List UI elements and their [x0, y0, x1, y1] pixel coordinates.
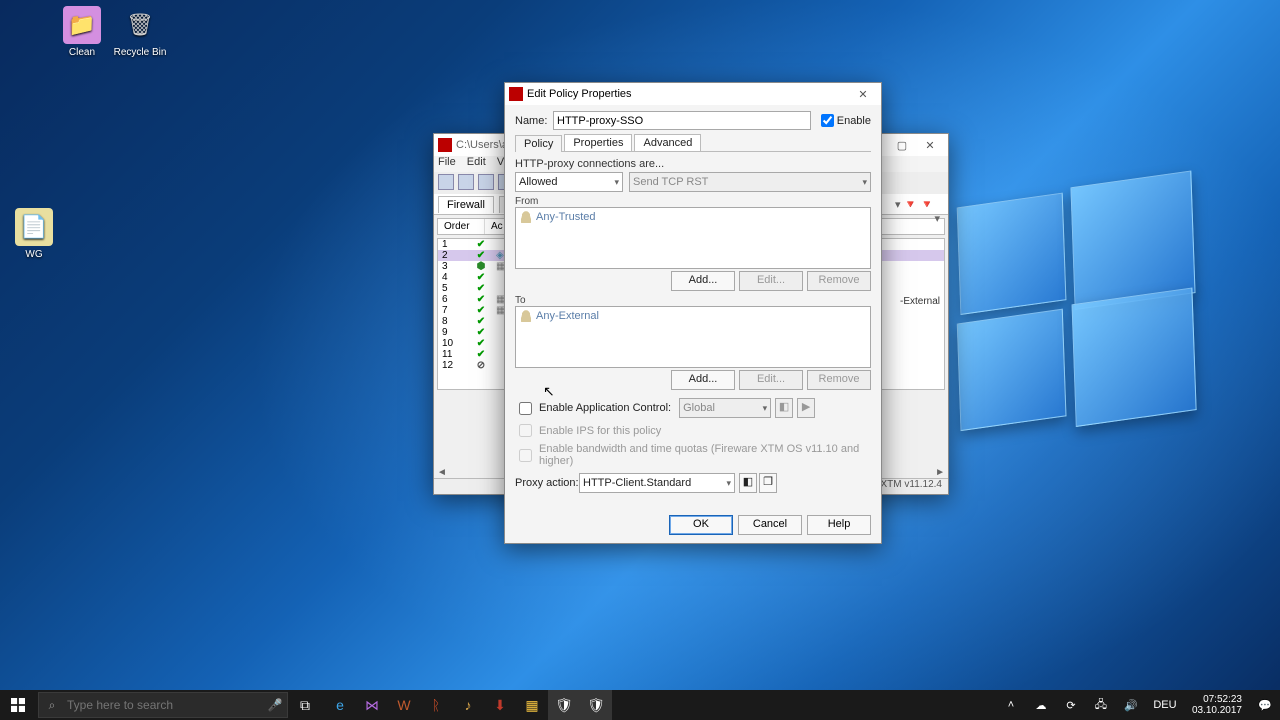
dialog-title: Edit Policy Properties	[527, 88, 632, 100]
taskbar-app-wg[interactable]: 🛡	[548, 690, 580, 720]
from-list[interactable]: Any-Trusted	[515, 207, 871, 269]
name-label: Name:	[515, 115, 553, 127]
app-control-checkbox[interactable]	[519, 402, 532, 415]
proxy-action-label: Proxy action:	[515, 477, 579, 489]
tab-policy[interactable]: Policy	[515, 135, 562, 152]
close-button[interactable]: ✕	[916, 139, 944, 152]
tab-firewall[interactable]: Firewall	[438, 196, 494, 213]
icon-label: WG	[2, 249, 66, 260]
toolbar-icon[interactable]	[458, 174, 474, 190]
app-control-combo: Global▾	[679, 398, 771, 418]
help-button[interactable]: Help	[807, 515, 871, 535]
mic-icon[interactable]: 🎤	[263, 698, 287, 712]
tray-icon[interactable]: ⟳	[1056, 690, 1086, 720]
filter-dropdown[interactable]: ▾	[934, 212, 940, 225]
dialog-tabs: Policy Properties Advanced	[515, 134, 871, 152]
scroll-left-icon[interactable]: ◄	[437, 467, 447, 478]
close-button[interactable]: ✕	[849, 88, 877, 101]
connections-label: HTTP-proxy connections are...	[515, 158, 871, 170]
tab-advanced[interactable]: Advanced	[634, 134, 701, 151]
from-remove-button: Remove	[807, 271, 871, 291]
bandwidth-label: Enable bandwidth and time quotas (Firewa…	[539, 443, 871, 467]
proxy-view-icon[interactable]: ◧	[739, 473, 757, 493]
tray-language[interactable]: DEU	[1146, 690, 1184, 720]
toolbar-icon[interactable]	[438, 174, 454, 190]
app-control-label: Enable Application Control:	[539, 402, 671, 414]
tray-chevron-icon[interactable]: ˄	[996, 690, 1026, 720]
tray-network-icon[interactable]: 🖧	[1086, 690, 1116, 720]
desktop[interactable]: 📁 Clean 🗑 Recycle Bin 📄 WG C:\Users\abin…	[0, 0, 1280, 720]
policy-name-input[interactable]	[553, 111, 811, 130]
taskbar-app-edge[interactable]: e	[324, 690, 356, 720]
right-column-fragment: -External	[900, 296, 940, 307]
alias-icon	[520, 310, 532, 322]
edit-policy-dialog[interactable]: Edit Policy Properties ✕ Name: Enable Po…	[504, 82, 882, 544]
icon-label: Clean	[50, 47, 114, 58]
proxy-clone-icon[interactable]: ❐	[759, 473, 777, 493]
alias-icon	[520, 211, 532, 223]
taskbar-app[interactable]: ♪	[452, 690, 484, 720]
taskbar[interactable]: ⌕ 🎤 ⧉ e ⋈ W ᚱ ♪ ⬇ ▦ 🛡 🛡 ˄ ☁ ⟳ 🖧 🔊 DEU 07…	[0, 690, 1280, 720]
search-input[interactable]	[65, 697, 263, 713]
to-edit-button: Edit...	[739, 370, 803, 390]
system-tray[interactable]: ˄ ☁ ⟳ 🖧 🔊 DEU 07:52:23 03.10.2017 💬	[996, 690, 1280, 720]
icon-label: Recycle Bin	[108, 47, 172, 58]
taskbar-app[interactable]: ᚱ	[420, 690, 452, 720]
search-icon: ⌕	[39, 698, 65, 713]
to-list[interactable]: Any-External	[515, 306, 871, 368]
tab-properties[interactable]: Properties	[564, 134, 632, 151]
taskbar-app-vs[interactable]: ⋈	[356, 690, 388, 720]
app-icon	[509, 87, 523, 101]
connections-combo[interactable]: Allowed▾	[515, 172, 623, 192]
ok-button[interactable]: OK	[669, 515, 733, 535]
to-label: To	[515, 295, 871, 306]
taskbar-app[interactable]: ⬇	[484, 690, 516, 720]
toolbar-icon[interactable]	[478, 174, 494, 190]
filter-icon[interactable]: ▾ 🔻 🔻	[887, 196, 942, 213]
cancel-button[interactable]: Cancel	[738, 515, 802, 535]
from-label: From	[515, 196, 871, 207]
proxy-action-combo[interactable]: HTTP-Client.Standard▾	[579, 473, 735, 493]
taskbar-app-word[interactable]: W	[388, 690, 420, 720]
taskbar-app[interactable]: ▦	[516, 690, 548, 720]
dialog-titlebar[interactable]: Edit Policy Properties ✕	[505, 83, 881, 105]
deny-action-combo: Send TCP RST▾	[629, 172, 871, 192]
enable-checkbox[interactable]	[821, 114, 834, 127]
scroll-right-icon[interactable]: ►	[935, 467, 945, 478]
desktop-icon-recycle-bin[interactable]: 🗑 Recycle Bin	[108, 6, 172, 58]
tray-volume-icon[interactable]: 🔊	[1116, 690, 1146, 720]
enable-label: Enable	[837, 115, 871, 127]
app-control-edit-icon: ▶	[797, 398, 815, 418]
ips-checkbox	[519, 424, 532, 437]
desktop-icon-wg[interactable]: 📄 WG	[2, 208, 66, 260]
tray-notifications-icon[interactable]: 💬	[1250, 690, 1280, 720]
search-box[interactable]: ⌕ 🎤	[38, 692, 288, 718]
taskbar-app-wg2[interactable]: 🛡	[580, 690, 612, 720]
from-add-button[interactable]: Add...	[671, 271, 735, 291]
desktop-icon-clean[interactable]: 📁 Clean	[50, 6, 114, 58]
app-icon	[438, 138, 452, 152]
tray-clock[interactable]: 07:52:23 03.10.2017	[1184, 694, 1250, 716]
bandwidth-checkbox	[519, 449, 532, 462]
ips-label: Enable IPS for this policy	[539, 425, 661, 437]
to-add-button[interactable]: Add...	[671, 370, 735, 390]
tray-icon[interactable]: ☁	[1026, 690, 1056, 720]
task-view-button[interactable]: ⧉	[290, 690, 320, 720]
from-edit-button: Edit...	[739, 271, 803, 291]
maximize-button[interactable]: ▢	[888, 139, 916, 152]
app-control-view-icon: ◧	[775, 398, 793, 418]
start-button[interactable]	[0, 690, 36, 720]
to-remove-button: Remove	[807, 370, 871, 390]
